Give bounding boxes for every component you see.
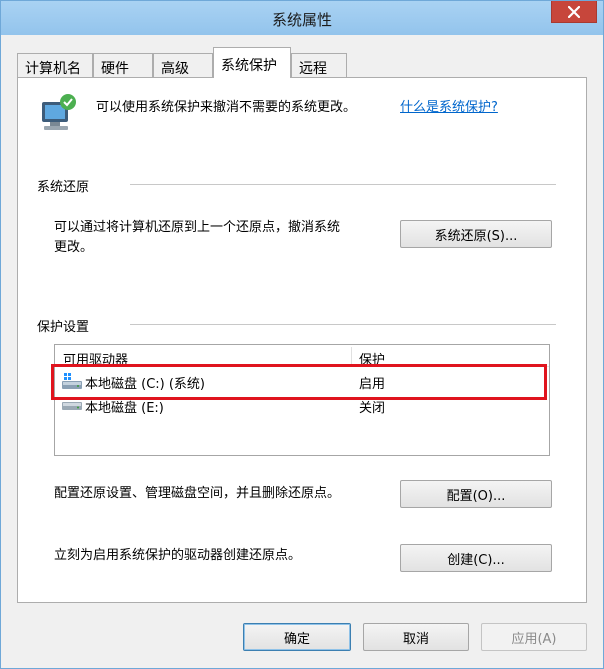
tab-computer-name[interactable]: 计算机名 [17,53,93,77]
window-title: 系统属性 [271,11,332,29]
configure-button[interactable]: 配置(O)... [400,480,552,508]
what-is-system-protection-link[interactable]: 什么是系统保护? [400,96,498,115]
close-icon [568,5,580,18]
drive-list-header: 可用驱动器 保护 [55,345,549,368]
drive-row-e[interactable]: 本地磁盘 (E:) 关闭 [55,393,549,417]
drive-protection-status: 关闭 [359,401,386,416]
apply-button[interactable]: 应用(A) [481,623,587,651]
configure-text: 配置还原设置、管理磁盘空间，并且删除还原点。 [54,486,341,501]
title-bar[interactable]: 系统属性 [1,1,603,35]
system-restore-button[interactable]: 系统还原(S)... [400,220,552,248]
tab-system-protection[interactable]: 系统保护 [213,47,291,78]
system-protection-icon [42,94,76,130]
system-restore-text-line1: 可以通过将计算机还原到上一个还原点，撤消系统 [54,220,341,235]
column-separator [351,347,352,365]
drive-row-c[interactable]: 本地磁盘 (C:) (系统) 启用 [55,369,549,393]
drive-list[interactable]: 可用驱动器 保护 本地磁盘 (C:) (系统) 启用 本地磁盘 (E:) 关闭 [54,344,550,456]
ok-button[interactable]: 确定 [243,623,351,651]
section-divider [130,324,556,325]
system-properties-window: 系统属性 计算机名 硬件 高级 系统保护 远程 可以使用系统保护来撤消不需要的系… [0,0,604,669]
protection-settings-heading: 保护设置 [37,320,90,335]
local-drive-icon [62,402,82,410]
system-drive-icon [62,373,82,389]
section-divider [130,184,556,185]
drive-protection-status: 启用 [359,377,386,392]
system-restore-text-line2: 更改。 [54,240,94,255]
create-text: 立刻为启用系统保护的驱动器创建还原点。 [54,548,302,563]
tab-hardware[interactable]: 硬件 [93,53,153,77]
cancel-button[interactable]: 取消 [363,623,469,651]
column-header-drives[interactable]: 可用驱动器 [63,349,128,368]
system-restore-heading: 系统还原 [37,180,90,195]
tab-advanced[interactable]: 高级 [153,53,213,77]
tab-remote[interactable]: 远程 [291,53,347,77]
column-header-protection[interactable]: 保护 [359,349,385,368]
drive-name: 本地磁盘 (C:) (系统) [85,377,206,392]
intro-text: 可以使用系统保护来撤消不需要的系统更改。 [96,100,357,115]
drive-name: 本地磁盘 (E:) [85,401,164,416]
close-button[interactable] [551,1,597,23]
create-button[interactable]: 创建(C)... [400,544,552,572]
system-protection-panel: 可以使用系统保护来撤消不需要的系统更改。 什么是系统保护? 系统还原 可以通过将… [17,77,587,603]
